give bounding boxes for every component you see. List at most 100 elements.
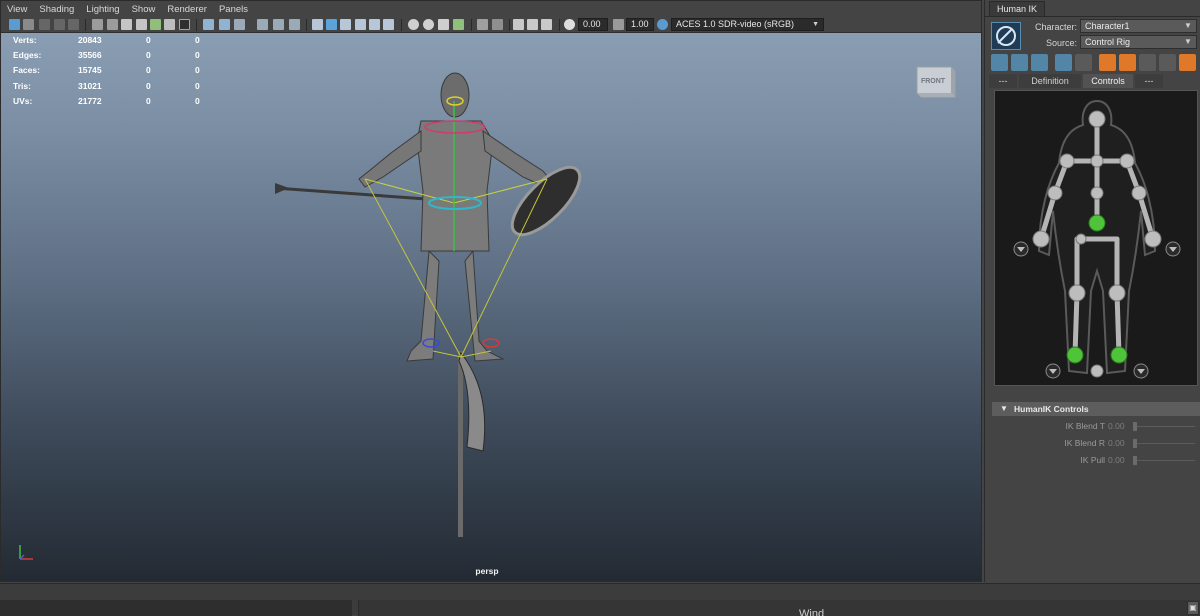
xray-joints-icon[interactable] — [340, 19, 351, 30]
motion-blur-icon[interactable] — [423, 19, 434, 30]
frame-all-icon[interactable] — [513, 19, 524, 30]
isolate-select-icon[interactable] — [477, 19, 488, 30]
pin-translate-icon[interactable] — [1055, 54, 1072, 71]
right-wrist-effector[interactable] — [1144, 230, 1162, 248]
key-full-body-icon[interactable] — [1099, 54, 1116, 71]
frame-selection-icon[interactable] — [527, 19, 538, 30]
lock-camera-icon[interactable] — [23, 19, 34, 30]
mirror-icon[interactable] — [1139, 54, 1156, 71]
tab-left-dash[interactable]: --- — [989, 74, 1017, 88]
image-plane-icon[interactable] — [68, 19, 79, 30]
menu-shading[interactable]: Shading — [39, 4, 74, 15]
wireframe-on-shaded-icon[interactable] — [257, 19, 268, 30]
pen-tool-icon[interactable] — [179, 19, 190, 30]
exposure-field[interactable]: 0.00 — [578, 18, 608, 31]
tab-definition[interactable]: Definition — [1019, 74, 1081, 88]
depth-of-field-icon[interactable] — [453, 19, 464, 30]
humanik-tab[interactable]: Human IK — [989, 1, 1045, 16]
view-transform-dropdown[interactable]: ACES 1.0 SDR-video (sRGB) ▼ — [671, 18, 824, 31]
hud-edges-value: 35566 — [78, 50, 102, 60]
chest-effector[interactable] — [1090, 154, 1104, 168]
ik-blend-r-value[interactable]: 0.00 — [1108, 438, 1125, 448]
body-part-icon[interactable] — [1011, 54, 1028, 71]
safe-action-icon[interactable] — [150, 19, 161, 30]
hud-faces-sel: 0 — [146, 65, 151, 75]
resolution-gate-icon[interactable] — [107, 19, 118, 30]
humanik-figure-view[interactable] — [994, 90, 1198, 386]
release-pinning-icon[interactable] — [1119, 54, 1136, 71]
character-model[interactable] — [261, 61, 621, 541]
pin-rotate-icon[interactable] — [1075, 54, 1092, 71]
shadows-icon[interactable] — [312, 19, 323, 30]
character-dropdown[interactable]: Character1 ▼ — [1080, 19, 1197, 33]
wireframe-icon[interactable] — [219, 19, 230, 30]
selection-icon[interactable] — [1031, 54, 1048, 71]
smooth-wireframe-icon[interactable] — [383, 19, 394, 30]
bookmarks-icon[interactable] — [54, 19, 65, 30]
field-chart-icon[interactable] — [136, 19, 147, 30]
camera-attributes-icon[interactable] — [39, 19, 50, 30]
backface-culling-icon[interactable] — [369, 19, 380, 30]
left-ankle-effector[interactable] — [1066, 346, 1084, 364]
right-shoulder-effector[interactable] — [1119, 153, 1135, 169]
xray-icon[interactable] — [326, 19, 337, 30]
gate-mask-icon[interactable] — [121, 19, 132, 30]
gamma-icon[interactable] — [613, 19, 624, 30]
source-dropdown[interactable]: Control Rig ▼ — [1080, 35, 1197, 49]
humanik-controls-header[interactable]: ▼ HumanIK Controls — [992, 402, 1200, 416]
ik-blend-t-slider[interactable] — [1133, 422, 1195, 431]
two-sided-lighting-icon[interactable] — [541, 19, 552, 30]
ik-pull-value[interactable]: 0.00 — [1108, 455, 1125, 465]
xray-active-icon[interactable] — [355, 19, 366, 30]
3d-viewport[interactable]: View Shading Lighting Show Renderer Pane… — [0, 0, 982, 582]
ik-blend-t-value[interactable]: 0.00 — [1108, 421, 1125, 431]
menu-show[interactable]: Show — [132, 4, 156, 15]
ik-blend-r-slider[interactable] — [1133, 439, 1195, 448]
source-label: Source: — [1045, 38, 1077, 48]
left-wrist-effector[interactable] — [1032, 230, 1050, 248]
use-all-lights-icon[interactable] — [289, 19, 300, 30]
humanik-controls-title: HumanIK Controls — [1014, 404, 1089, 414]
character-value: Character1 — [1085, 21, 1130, 31]
screen-space-ao-icon[interactable] — [408, 19, 419, 30]
left-elbow-effector[interactable] — [1047, 185, 1063, 201]
hud-icon[interactable] — [492, 19, 503, 30]
gamma-field[interactable]: 1.00 — [626, 18, 654, 31]
left-shoulder-effector[interactable] — [1059, 153, 1075, 169]
hips-effector[interactable] — [1088, 214, 1106, 232]
reference-effector[interactable] — [1090, 364, 1104, 378]
menu-view[interactable]: View — [7, 4, 27, 15]
right-knee-effector[interactable] — [1108, 284, 1126, 302]
color-management-icon[interactable] — [657, 19, 668, 30]
spine-effector[interactable] — [1090, 186, 1104, 200]
full-body-ik-icon[interactable] — [991, 54, 1008, 71]
character-icon[interactable] — [1179, 54, 1196, 71]
smooth-shade-icon[interactable] — [234, 19, 245, 30]
left-hip-effector[interactable] — [1075, 233, 1087, 245]
ik-pull-slider[interactable] — [1133, 456, 1195, 465]
view-cube[interactable]: FRONT — [915, 63, 957, 99]
chevron-down-icon: ▼ — [1184, 21, 1192, 30]
film-gate-icon[interactable] — [92, 19, 103, 30]
reset-icon[interactable] — [1159, 54, 1176, 71]
tab-right-dash[interactable]: --- — [1135, 74, 1163, 88]
menu-panels[interactable]: Panels — [219, 4, 248, 15]
textured-icon[interactable] — [273, 19, 284, 30]
menu-lighting[interactable]: Lighting — [86, 4, 119, 15]
select-camera-icon[interactable] — [9, 19, 20, 30]
left-knee-effector[interactable] — [1068, 284, 1086, 302]
exposure-icon[interactable] — [564, 19, 575, 30]
scroll-button[interactable]: ▣ — [1187, 601, 1199, 615]
right-ankle-effector[interactable] — [1110, 346, 1128, 364]
safe-title-icon[interactable] — [164, 19, 175, 30]
grid-icon[interactable] — [203, 19, 214, 30]
hud-verts-value: 20843 — [78, 35, 102, 45]
multisample-aa-icon[interactable] — [438, 19, 449, 30]
source-value: Control Rig — [1085, 37, 1131, 47]
tab-controls[interactable]: Controls — [1083, 74, 1133, 88]
head-effector[interactable] — [1088, 110, 1106, 128]
hud-faces-comp: 0 — [195, 65, 200, 75]
menu-renderer[interactable]: Renderer — [167, 4, 207, 15]
command-line-area[interactable] — [0, 600, 352, 616]
right-elbow-effector[interactable] — [1131, 185, 1147, 201]
